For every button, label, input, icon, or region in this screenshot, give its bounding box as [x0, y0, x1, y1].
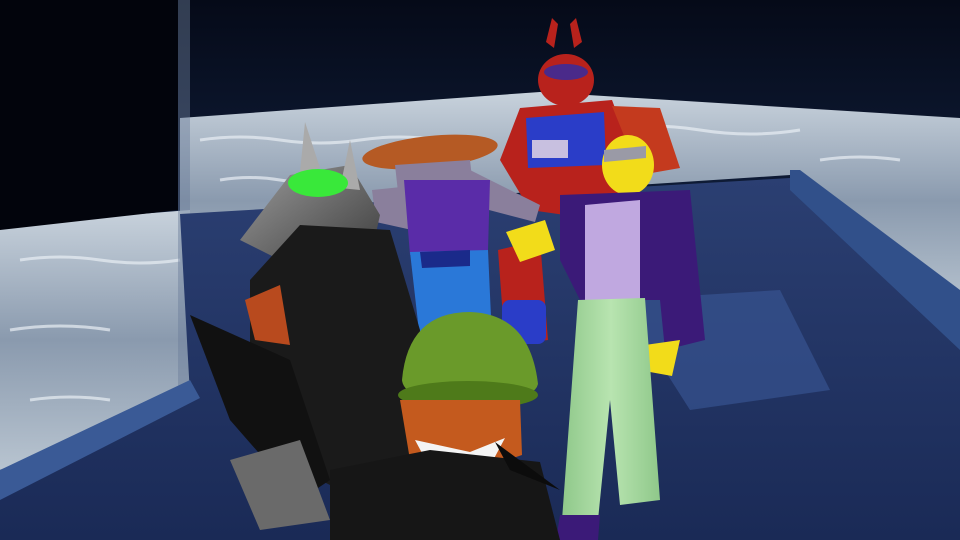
scene-render — [0, 0, 960, 540]
game-viewport[interactable] — [0, 0, 960, 540]
dark-wall — [0, 0, 178, 230]
